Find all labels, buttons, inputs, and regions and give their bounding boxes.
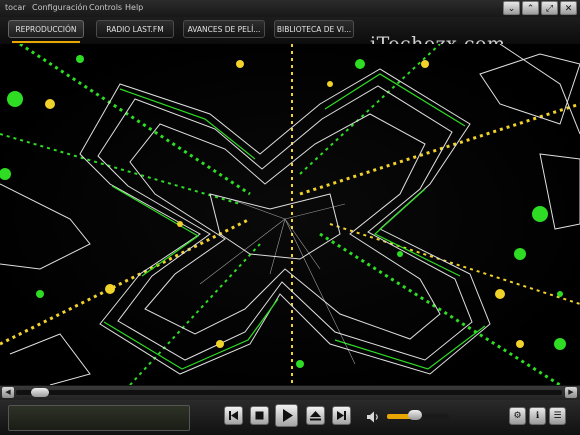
chevron-left-icon: ◀ (5, 388, 11, 396)
volume-icon[interactable] (366, 410, 380, 424)
close-button[interactable]: ✕ (560, 1, 577, 15)
menu-configuracion[interactable]: Configuración (32, 3, 88, 12)
previous-icon (229, 411, 238, 420)
chevron-up-icon: ⌃ (526, 4, 535, 14)
seek-forward-button[interactable]: ▶ (565, 387, 577, 398)
next-button[interactable] (332, 406, 351, 425)
playlist-icon: ☰ (553, 411, 562, 421)
minimize-button[interactable]: ⌄ (503, 1, 520, 15)
chevron-down-icon: ⌄ (507, 4, 516, 14)
seek-track[interactable] (16, 390, 562, 395)
eject-icon (310, 411, 321, 421)
expand-icon: ⤢ (545, 4, 554, 14)
tab-radio-lastfm[interactable]: RADIO LAST.FM (96, 20, 174, 38)
control-bar: ⚙ ℹ ☰ (0, 400, 580, 435)
stop-icon (255, 411, 264, 420)
gear-icon: ⚙ (513, 411, 522, 421)
play-icon (283, 409, 293, 422)
seek-back-button[interactable]: ◀ (2, 387, 14, 398)
eject-button[interactable] (306, 406, 325, 425)
playlist-button[interactable]: ☰ (549, 407, 566, 425)
tab-avances-peliculas[interactable]: AVANCES DE PELÍ... (183, 20, 265, 38)
menu-help[interactable]: Help (125, 3, 143, 12)
play-button[interactable] (275, 404, 298, 427)
seek-thumb[interactable] (30, 388, 49, 397)
close-icon: ✕ (564, 4, 573, 14)
seek-bar[interactable]: ◀ ▶ (0, 386, 580, 400)
tab-reproduccion[interactable]: REPRODUCCIÓN (8, 20, 84, 38)
restore-button[interactable]: ⌃ (522, 1, 539, 15)
next-icon (337, 411, 346, 420)
info-icon: ℹ (535, 411, 540, 421)
fullscreen-button[interactable]: ⤢ (541, 1, 558, 15)
video-area[interactable] (0, 44, 580, 385)
menu-bar: tocar Configuración Controls Help ⌄ ⌃ ⤢ … (0, 0, 580, 17)
media-player-window: tocar Configuración Controls Help ⌄ ⌃ ⤢ … (0, 0, 580, 435)
settings-button[interactable]: ⚙ (509, 407, 526, 425)
volume-thumb[interactable] (407, 410, 422, 420)
info-button[interactable]: ℹ (529, 407, 546, 425)
info-display (8, 405, 190, 431)
chevron-right-icon: ▶ (568, 388, 574, 396)
window-controls: ⌄ ⌃ ⤢ ✕ (503, 1, 577, 15)
menu-controls[interactable]: Controls (89, 3, 122, 12)
previous-button[interactable] (224, 406, 243, 425)
menu-tocar[interactable]: tocar (5, 3, 26, 12)
visualization-image (0, 44, 580, 385)
tab-bar: REPRODUCCIÓN RADIO LAST.FM AVANCES DE PE… (0, 17, 580, 55)
tab-biblioteca-video[interactable]: BIBLIOTECA DE VI... (274, 20, 354, 38)
active-tab-indicator (12, 41, 80, 43)
stop-button[interactable] (250, 406, 269, 425)
